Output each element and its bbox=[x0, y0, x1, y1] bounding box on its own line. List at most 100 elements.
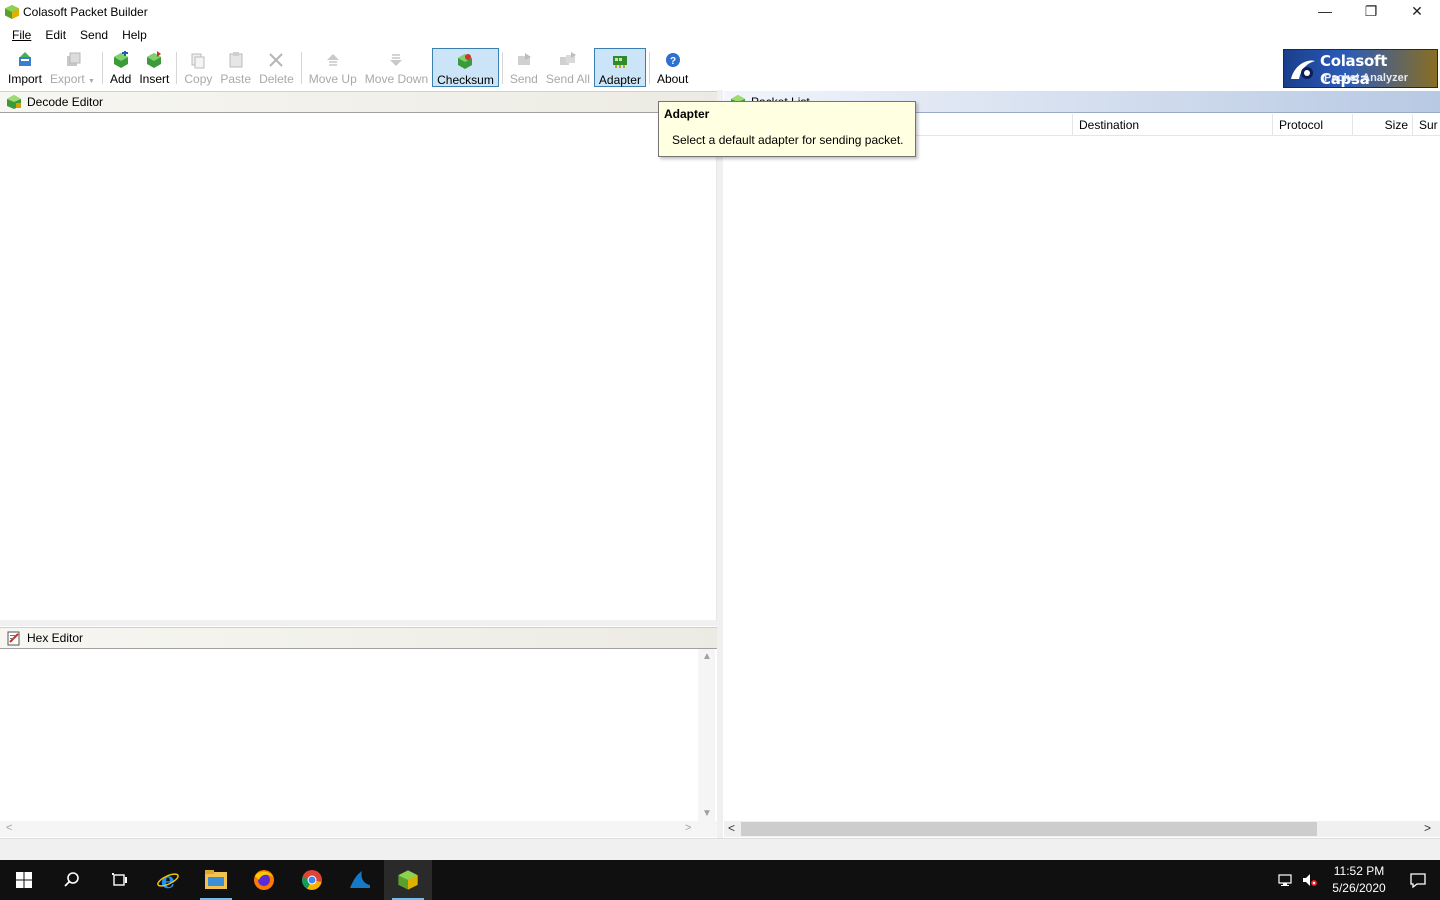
hex-editor-icon bbox=[7, 631, 20, 646]
action-center-button[interactable] bbox=[1396, 860, 1440, 900]
scroll-down-arrow-icon[interactable]: ▼ bbox=[702, 808, 712, 819]
menu-edit[interactable]: Edit bbox=[38, 28, 73, 42]
menu-file[interactable]: File bbox=[5, 28, 38, 42]
delete-button[interactable]: Delete bbox=[255, 48, 298, 87]
menu-help[interactable]: Help bbox=[115, 28, 154, 42]
scroll-right-arrow-icon[interactable]: > bbox=[685, 822, 691, 834]
move-up-label: Move Up bbox=[308, 72, 357, 86]
scrollbar-thumb[interactable] bbox=[741, 822, 1317, 836]
status-bar bbox=[0, 838, 1440, 860]
import-icon bbox=[16, 51, 34, 69]
vertical-splitter[interactable] bbox=[717, 90, 723, 838]
internet-explorer-icon: e bbox=[157, 868, 179, 892]
app-icon bbox=[5, 5, 19, 19]
toolbar-separator bbox=[501, 52, 503, 84]
scroll-left-arrow-icon[interactable]: < bbox=[6, 822, 12, 834]
toolbar-separator bbox=[176, 52, 178, 84]
scroll-right-arrow-icon[interactable]: > bbox=[1424, 821, 1431, 835]
system-tray: 11:52 PM 5/26/2020 bbox=[1274, 860, 1440, 900]
taskbar-clock[interactable]: 11:52 PM 5/26/2020 bbox=[1322, 863, 1396, 897]
hex-editor-header: Hex Editor bbox=[0, 627, 717, 649]
menu-bar: File Edit Send Help bbox=[0, 25, 154, 45]
import-button[interactable]: Import bbox=[4, 48, 46, 87]
tooltip-body: Select a default adapter for sending pac… bbox=[672, 133, 904, 147]
copy-icon bbox=[189, 51, 207, 69]
paste-button[interactable]: Paste bbox=[216, 48, 255, 87]
column-header-size[interactable]: Size bbox=[1353, 114, 1413, 136]
search-button[interactable] bbox=[48, 860, 96, 900]
adapter-button[interactable]: Adapter bbox=[593, 48, 646, 87]
add-packet-icon bbox=[112, 51, 130, 69]
taskbar-internet-explorer[interactable]: e bbox=[144, 860, 192, 900]
add-button[interactable]: Add bbox=[106, 48, 135, 87]
move-down-button[interactable]: Move Down bbox=[361, 48, 432, 87]
svg-text:e: e bbox=[161, 868, 175, 892]
minimize-button[interactable]: — bbox=[1302, 0, 1348, 22]
move-up-button[interactable]: Move Up bbox=[305, 48, 361, 87]
scroll-left-arrow-icon[interactable]: < bbox=[728, 821, 735, 835]
task-view-button[interactable] bbox=[96, 860, 144, 900]
about-label: About bbox=[656, 72, 689, 86]
restore-button[interactable]: ❐ bbox=[1348, 0, 1394, 22]
clock-date: 5/26/2020 bbox=[1332, 881, 1386, 895]
toolbar-separator bbox=[648, 52, 650, 84]
send-all-label: Send All bbox=[545, 72, 590, 86]
toolbar: Import Export ▼ Add Insert Copy Paste De… bbox=[0, 48, 1280, 88]
toolbar-separator bbox=[101, 52, 103, 84]
taskbar-chrome[interactable] bbox=[288, 860, 336, 900]
notification-icon bbox=[1410, 873, 1426, 888]
hex-editor-title: Hex Editor bbox=[27, 631, 84, 645]
volume-muted-icon[interactable] bbox=[1298, 860, 1322, 900]
insert-button[interactable]: Insert bbox=[135, 48, 173, 87]
folder-icon bbox=[205, 870, 227, 889]
insert-packet-icon bbox=[145, 51, 163, 69]
checksum-label: Checksum bbox=[437, 73, 494, 87]
add-label: Add bbox=[109, 72, 132, 86]
scroll-up-arrow-icon[interactable]: ▲ bbox=[702, 651, 712, 662]
svg-text:?: ? bbox=[670, 56, 676, 67]
close-button[interactable]: ✕ bbox=[1394, 0, 1440, 22]
taskbar-firefox[interactable] bbox=[240, 860, 288, 900]
checksum-button[interactable]: Checksum bbox=[432, 48, 499, 87]
search-icon bbox=[64, 872, 79, 887]
taskbar-file-explorer[interactable] bbox=[192, 860, 240, 900]
menu-send[interactable]: Send bbox=[73, 28, 115, 42]
window-controls: — ❐ ✕ bbox=[1302, 0, 1440, 24]
colasoft-capsa-logo[interactable]: Colasoft Capsa Packet Analyzer bbox=[1283, 49, 1438, 88]
send-all-button[interactable]: Send All bbox=[542, 48, 594, 87]
decode-editor-pane[interactable] bbox=[0, 113, 717, 620]
windows-logo-icon bbox=[16, 872, 32, 888]
horizontal-splitter[interactable] bbox=[0, 620, 717, 626]
send-button[interactable]: Send bbox=[506, 48, 542, 87]
about-button[interactable]: ? About bbox=[653, 48, 692, 87]
import-label: Import bbox=[8, 72, 43, 86]
network-icon[interactable] bbox=[1274, 860, 1298, 900]
export-button[interactable]: Export ▼ bbox=[46, 48, 99, 87]
decode-editor-title: Decode Editor bbox=[27, 95, 104, 109]
chrome-icon bbox=[301, 870, 322, 890]
packet-list-pane[interactable] bbox=[724, 137, 1440, 821]
checksum-icon bbox=[456, 52, 474, 70]
start-button[interactable] bbox=[0, 860, 48, 900]
taskbar-packet-builder[interactable] bbox=[384, 860, 432, 900]
hex-vertical-scrollbar[interactable]: ▲ ▼ bbox=[698, 649, 715, 821]
delete-icon bbox=[267, 51, 285, 69]
send-icon bbox=[515, 51, 533, 69]
move-down-label: Move Down bbox=[364, 72, 429, 86]
packet-list-horizontal-scrollbar[interactable]: < > bbox=[724, 821, 1440, 837]
copy-label: Copy bbox=[184, 72, 213, 86]
column-header-protocol[interactable]: Protocol bbox=[1273, 114, 1353, 136]
arrow-up-icon bbox=[324, 51, 342, 69]
hex-editor-pane[interactable] bbox=[0, 649, 700, 821]
task-view-icon bbox=[112, 873, 127, 886]
copy-button[interactable]: Copy bbox=[180, 48, 216, 87]
taskbar-wireshark[interactable] bbox=[336, 860, 384, 900]
column-header-summary[interactable]: Sur bbox=[1413, 114, 1440, 136]
hex-horizontal-scrollbar[interactable]: < > bbox=[0, 821, 717, 837]
help-icon: ? bbox=[664, 51, 682, 69]
paste-icon bbox=[227, 51, 245, 69]
paste-label: Paste bbox=[220, 72, 252, 86]
column-header-destination[interactable]: Destination bbox=[1073, 114, 1273, 136]
export-icon bbox=[64, 51, 82, 69]
logo-line-2: Packet Analyzer bbox=[1324, 72, 1408, 84]
